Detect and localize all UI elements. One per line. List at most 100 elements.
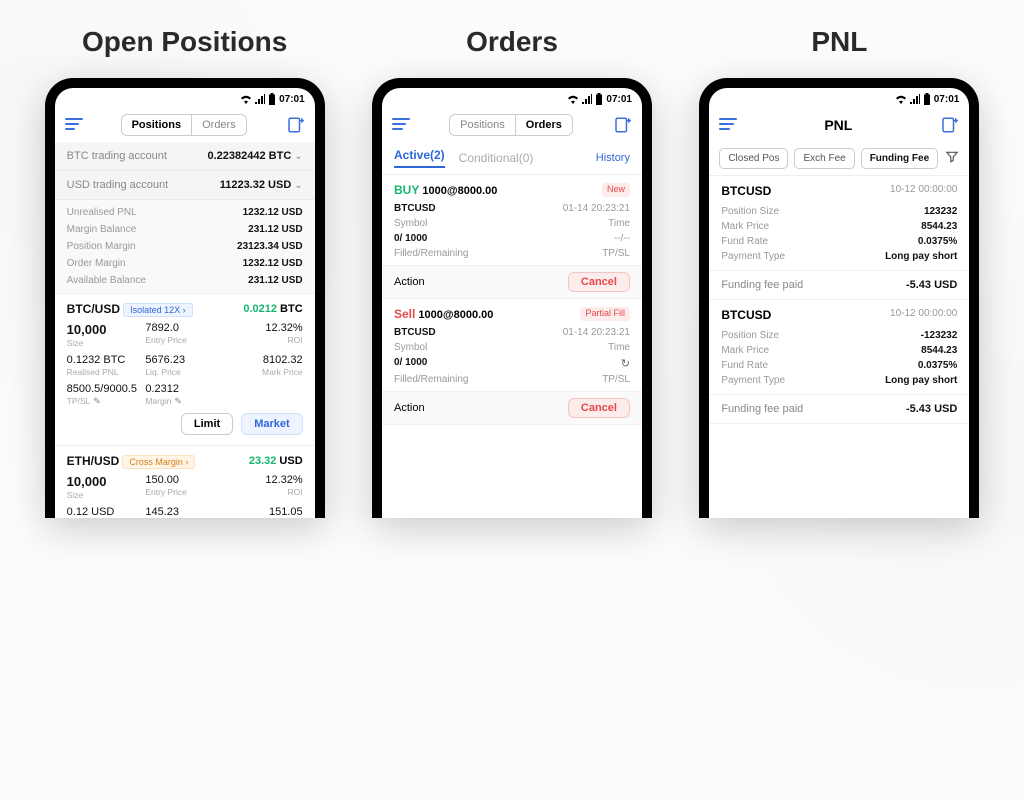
kv-row: Margin Balance231.12 USD [55, 221, 315, 238]
realised-pnl-value: 0.1232 BTC [67, 354, 146, 366]
cancel-button[interactable]: Cancel [568, 398, 630, 418]
size-value: 123232 [924, 206, 957, 217]
tab-closed-pos[interactable]: Closed Pos [719, 148, 788, 169]
order-time: 01-14 20:23:21 [563, 327, 630, 338]
roi-value: 12.32% [224, 474, 303, 486]
phone-frame: 07:01 Positions Orders BTC trading accou… [45, 78, 325, 518]
positions-scroll[interactable]: BTC trading account 0.22382442 BTC⌄ USD … [55, 142, 315, 518]
position-value-unit: USD [279, 455, 302, 467]
fee-line: Funding fee paid -5.43 USD [709, 270, 969, 300]
panel-pnl: PNL 07:01 PNL Clos [687, 14, 992, 553]
phone-screen: 07:01 Positions Orders Active(2) Co [382, 88, 642, 518]
position-value: 0.0212 [243, 303, 277, 315]
pnl-scroll[interactable]: Closed Pos Exch Fee Funding Fee BTCUSD 10… [709, 142, 969, 518]
signal-icon [255, 94, 265, 104]
menu-icon[interactable] [392, 118, 410, 132]
wifi-icon [567, 94, 579, 104]
new-order-icon[interactable] [285, 115, 305, 135]
fee-label: Funding fee paid [721, 279, 803, 291]
orders-subtabs: Active(2) Conditional(0) History [382, 142, 642, 175]
order-side: BUY [394, 183, 419, 197]
kv-row: Available Balance231.12 USD [55, 272, 315, 289]
new-order-icon[interactable] [939, 115, 959, 135]
entry-value: 7892.0 [145, 322, 224, 334]
pnl-tabs: Closed Pos Exch Fee Funding Fee [709, 142, 969, 176]
leverage-pill[interactable]: Isolated 12X › [123, 303, 193, 317]
panel-title-orders: Orders [466, 26, 558, 58]
tab-funding-fee[interactable]: Funding Fee [861, 148, 938, 169]
position-row: 0.12 USD 145.23 151.05 [67, 506, 303, 518]
order-badge: New [602, 183, 630, 197]
pnl-time: 10-12 00:00:00 [890, 308, 957, 322]
position-row: 8500.5/9000.5TP/SL✎ 0.2312Margin✎ [67, 383, 303, 407]
battery-icon [595, 93, 603, 105]
edit-icon[interactable]: ✎ [174, 396, 182, 406]
time-label: Time [608, 218, 630, 229]
fee-value: -5.43 USD [906, 279, 957, 291]
rate-label: Fund Rate [721, 360, 768, 371]
phone-frame: 07:01 PNL Closed Pos Exch Fee Funding Fe… [699, 78, 979, 518]
margin-value[interactable]: 0.2312 [145, 383, 224, 395]
fee-label: Funding fee paid [721, 403, 803, 415]
position-card-btc: BTC/USD Isolated 12X › 0.0212 BTC 10,000… [55, 293, 315, 445]
menu-icon[interactable] [65, 118, 83, 132]
chevron-down-icon: ⌄ [294, 151, 302, 162]
kv-row: Position Margin23123.34 USD [55, 238, 315, 255]
position-row: 10,000Size 150.00Entry Price 12.32%ROI [67, 474, 303, 500]
cancel-button[interactable]: Cancel [568, 272, 630, 292]
wifi-icon [240, 94, 252, 104]
refresh-icon[interactable]: ↻ [621, 357, 630, 370]
tpsl-value[interactable]: 8500.5/9000.5 [67, 383, 146, 395]
wifi-icon [895, 94, 907, 104]
order-filled: 0/ 1000 [394, 233, 427, 244]
filled-label: Filled/Remaining [394, 248, 468, 259]
limit-button[interactable]: Limit [181, 413, 233, 435]
phone-screen: 07:01 Positions Orders BTC trading accou… [55, 88, 315, 518]
tab-positions[interactable]: Positions [450, 115, 515, 135]
mark-value: 8544.23 [921, 221, 957, 232]
pnl-symbol: BTCUSD [721, 184, 771, 198]
leverage-pill[interactable]: Cross Margin › [122, 455, 195, 469]
tab-exch-fee[interactable]: Exch Fee [794, 148, 854, 169]
menu-icon[interactable] [719, 118, 737, 132]
order-qty: 1000@8000.00 [422, 185, 497, 197]
history-link[interactable]: History [596, 152, 630, 164]
chevron-down-icon: ⌄ [294, 180, 302, 191]
size-value: 10,000 [67, 474, 146, 489]
status-time: 07:01 [934, 94, 960, 105]
tab-positions[interactable]: Positions [122, 115, 192, 135]
subtab-active[interactable]: Active(2) [394, 148, 445, 168]
roi-label: ROI [224, 335, 303, 345]
order-time: 01-14 20:23:21 [563, 203, 630, 214]
liq-value: 5676.23 [145, 354, 224, 366]
position-card-eth: ETH/USD Cross Margin › 23.32 USD 10,000S… [55, 445, 315, 518]
kv-key: Unrealised PNL [67, 207, 137, 218]
orders-scroll[interactable]: Active(2) Conditional(0) History BUY 100… [382, 142, 642, 518]
kv-key: Order Margin [67, 258, 126, 269]
tab-orders[interactable]: Orders [515, 115, 572, 135]
mark-label: Mark Price [224, 367, 303, 377]
signal-icon [910, 94, 920, 104]
rate-value: 0.0375% [918, 236, 957, 247]
usd-account-row[interactable]: USD trading account 11223.32 USD⌄ [55, 171, 315, 200]
kv-key: Position Margin [67, 241, 136, 252]
btc-account-row[interactable]: BTC trading account 0.22382442 BTC⌄ [55, 142, 315, 171]
symbol-label: Symbol [394, 342, 427, 353]
battery-icon [923, 93, 931, 105]
mark-value: 151.05 [224, 506, 303, 518]
realised-pnl-label: Realised PNL [67, 367, 146, 377]
new-order-icon[interactable] [612, 115, 632, 135]
order-badge: Partial Fill [580, 307, 630, 321]
status-bar: 07:01 [382, 88, 642, 108]
kv-val: 231.12 USD [248, 224, 302, 235]
tab-orders[interactable]: Orders [191, 115, 246, 135]
roi-value: 12.32% [224, 322, 303, 334]
status-time: 07:01 [279, 94, 305, 105]
market-button[interactable]: Market [241, 413, 302, 435]
filter-icon[interactable] [945, 150, 959, 167]
pnl-time: 10-12 00:00:00 [890, 184, 957, 198]
edit-icon[interactable]: ✎ [93, 396, 101, 406]
action-label: Action [394, 276, 425, 288]
kv-val: 231.12 USD [248, 275, 302, 286]
subtab-conditional[interactable]: Conditional(0) [459, 151, 534, 165]
